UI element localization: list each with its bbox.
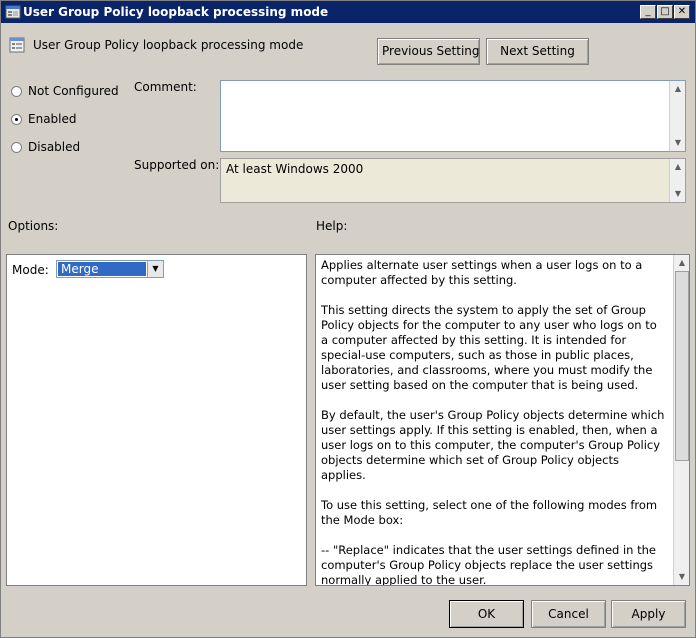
window-title: User Group Policy loopback processing mo… [23, 5, 329, 19]
help-paragraph: By default, the user's Group Policy obje… [321, 408, 665, 482]
comment-scrollbar[interactable]: ▲ ▼ [669, 81, 685, 151]
scroll-down-icon[interactable]: ▼ [671, 187, 685, 201]
help-panel: Applies alternate user settings when a u… [315, 254, 690, 586]
options-panel: Mode: Merge ▼ [6, 254, 307, 586]
policy-dialog: User Group Policy loopback processing mo… [0, 0, 696, 638]
maximize-button[interactable]: □ [657, 5, 673, 19]
disabled-option[interactable]: Disabled [11, 139, 80, 155]
comment-label: Comment: [134, 80, 197, 94]
supported-scrollbar[interactable]: ▲ ▼ [669, 159, 685, 202]
disabled-label: Disabled [28, 140, 81, 154]
policy-name: User Group Policy loopback processing mo… [33, 38, 304, 52]
help-text: Applies alternate user settings when a u… [321, 258, 667, 586]
enabled-label: Enabled [28, 112, 77, 126]
help-paragraph: This setting directs the system to apply… [321, 303, 657, 392]
help-paragraph: To use this setting, select one of the f… [321, 498, 658, 527]
apply-button[interactable]: Apply [611, 600, 686, 628]
ok-button[interactable]: OK [449, 600, 524, 628]
close-button[interactable]: ✕ [674, 5, 690, 19]
not-configured-radio[interactable] [11, 85, 22, 97]
help-label: Help: [316, 219, 348, 233]
cancel-button[interactable]: Cancel [531, 600, 606, 628]
not-configured-label: Not Configured [28, 84, 119, 98]
scroll-thumb[interactable] [675, 271, 689, 461]
comment-field[interactable]: ▲ ▼ [220, 80, 686, 152]
not-configured-option[interactable]: Not Configured [11, 83, 119, 99]
title-bar[interactable]: User Group Policy loopback processing mo… [1, 1, 695, 23]
scroll-down-icon[interactable]: ▼ [671, 136, 685, 150]
supported-on-field: At least Windows 2000 ▲ ▼ [220, 158, 686, 203]
minimize-button[interactable]: _ [640, 5, 656, 19]
enabled-option[interactable]: Enabled [11, 111, 77, 127]
mode-label: Mode: [12, 263, 49, 277]
next-setting-button[interactable]: Next Setting [486, 38, 589, 65]
scroll-down-icon[interactable]: ▼ [675, 570, 689, 584]
scroll-up-icon[interactable]: ▲ [671, 82, 685, 96]
supported-on-label: Supported on: [134, 158, 220, 172]
help-paragraph: -- "Replace" indicates that the user set… [321, 543, 656, 586]
chevron-down-icon[interactable]: ▼ [147, 261, 163, 277]
supported-on-value: At least Windows 2000 [226, 162, 364, 176]
mode-select[interactable]: Merge ▼ [56, 260, 164, 278]
enabled-radio[interactable] [11, 113, 22, 125]
mode-selected-value: Merge [58, 262, 146, 276]
help-scrollbar[interactable]: ▲ ▼ [673, 255, 689, 585]
disabled-radio[interactable] [11, 141, 22, 153]
policy-window-icon [5, 5, 21, 19]
policy-setting-icon [9, 37, 25, 53]
scroll-up-icon[interactable]: ▲ [671, 160, 685, 174]
previous-setting-button[interactable]: Previous Setting [377, 38, 480, 65]
help-paragraph: Applies alternate user settings when a u… [321, 258, 643, 287]
options-label: Options: [8, 219, 59, 233]
scroll-up-icon[interactable]: ▲ [675, 256, 689, 270]
